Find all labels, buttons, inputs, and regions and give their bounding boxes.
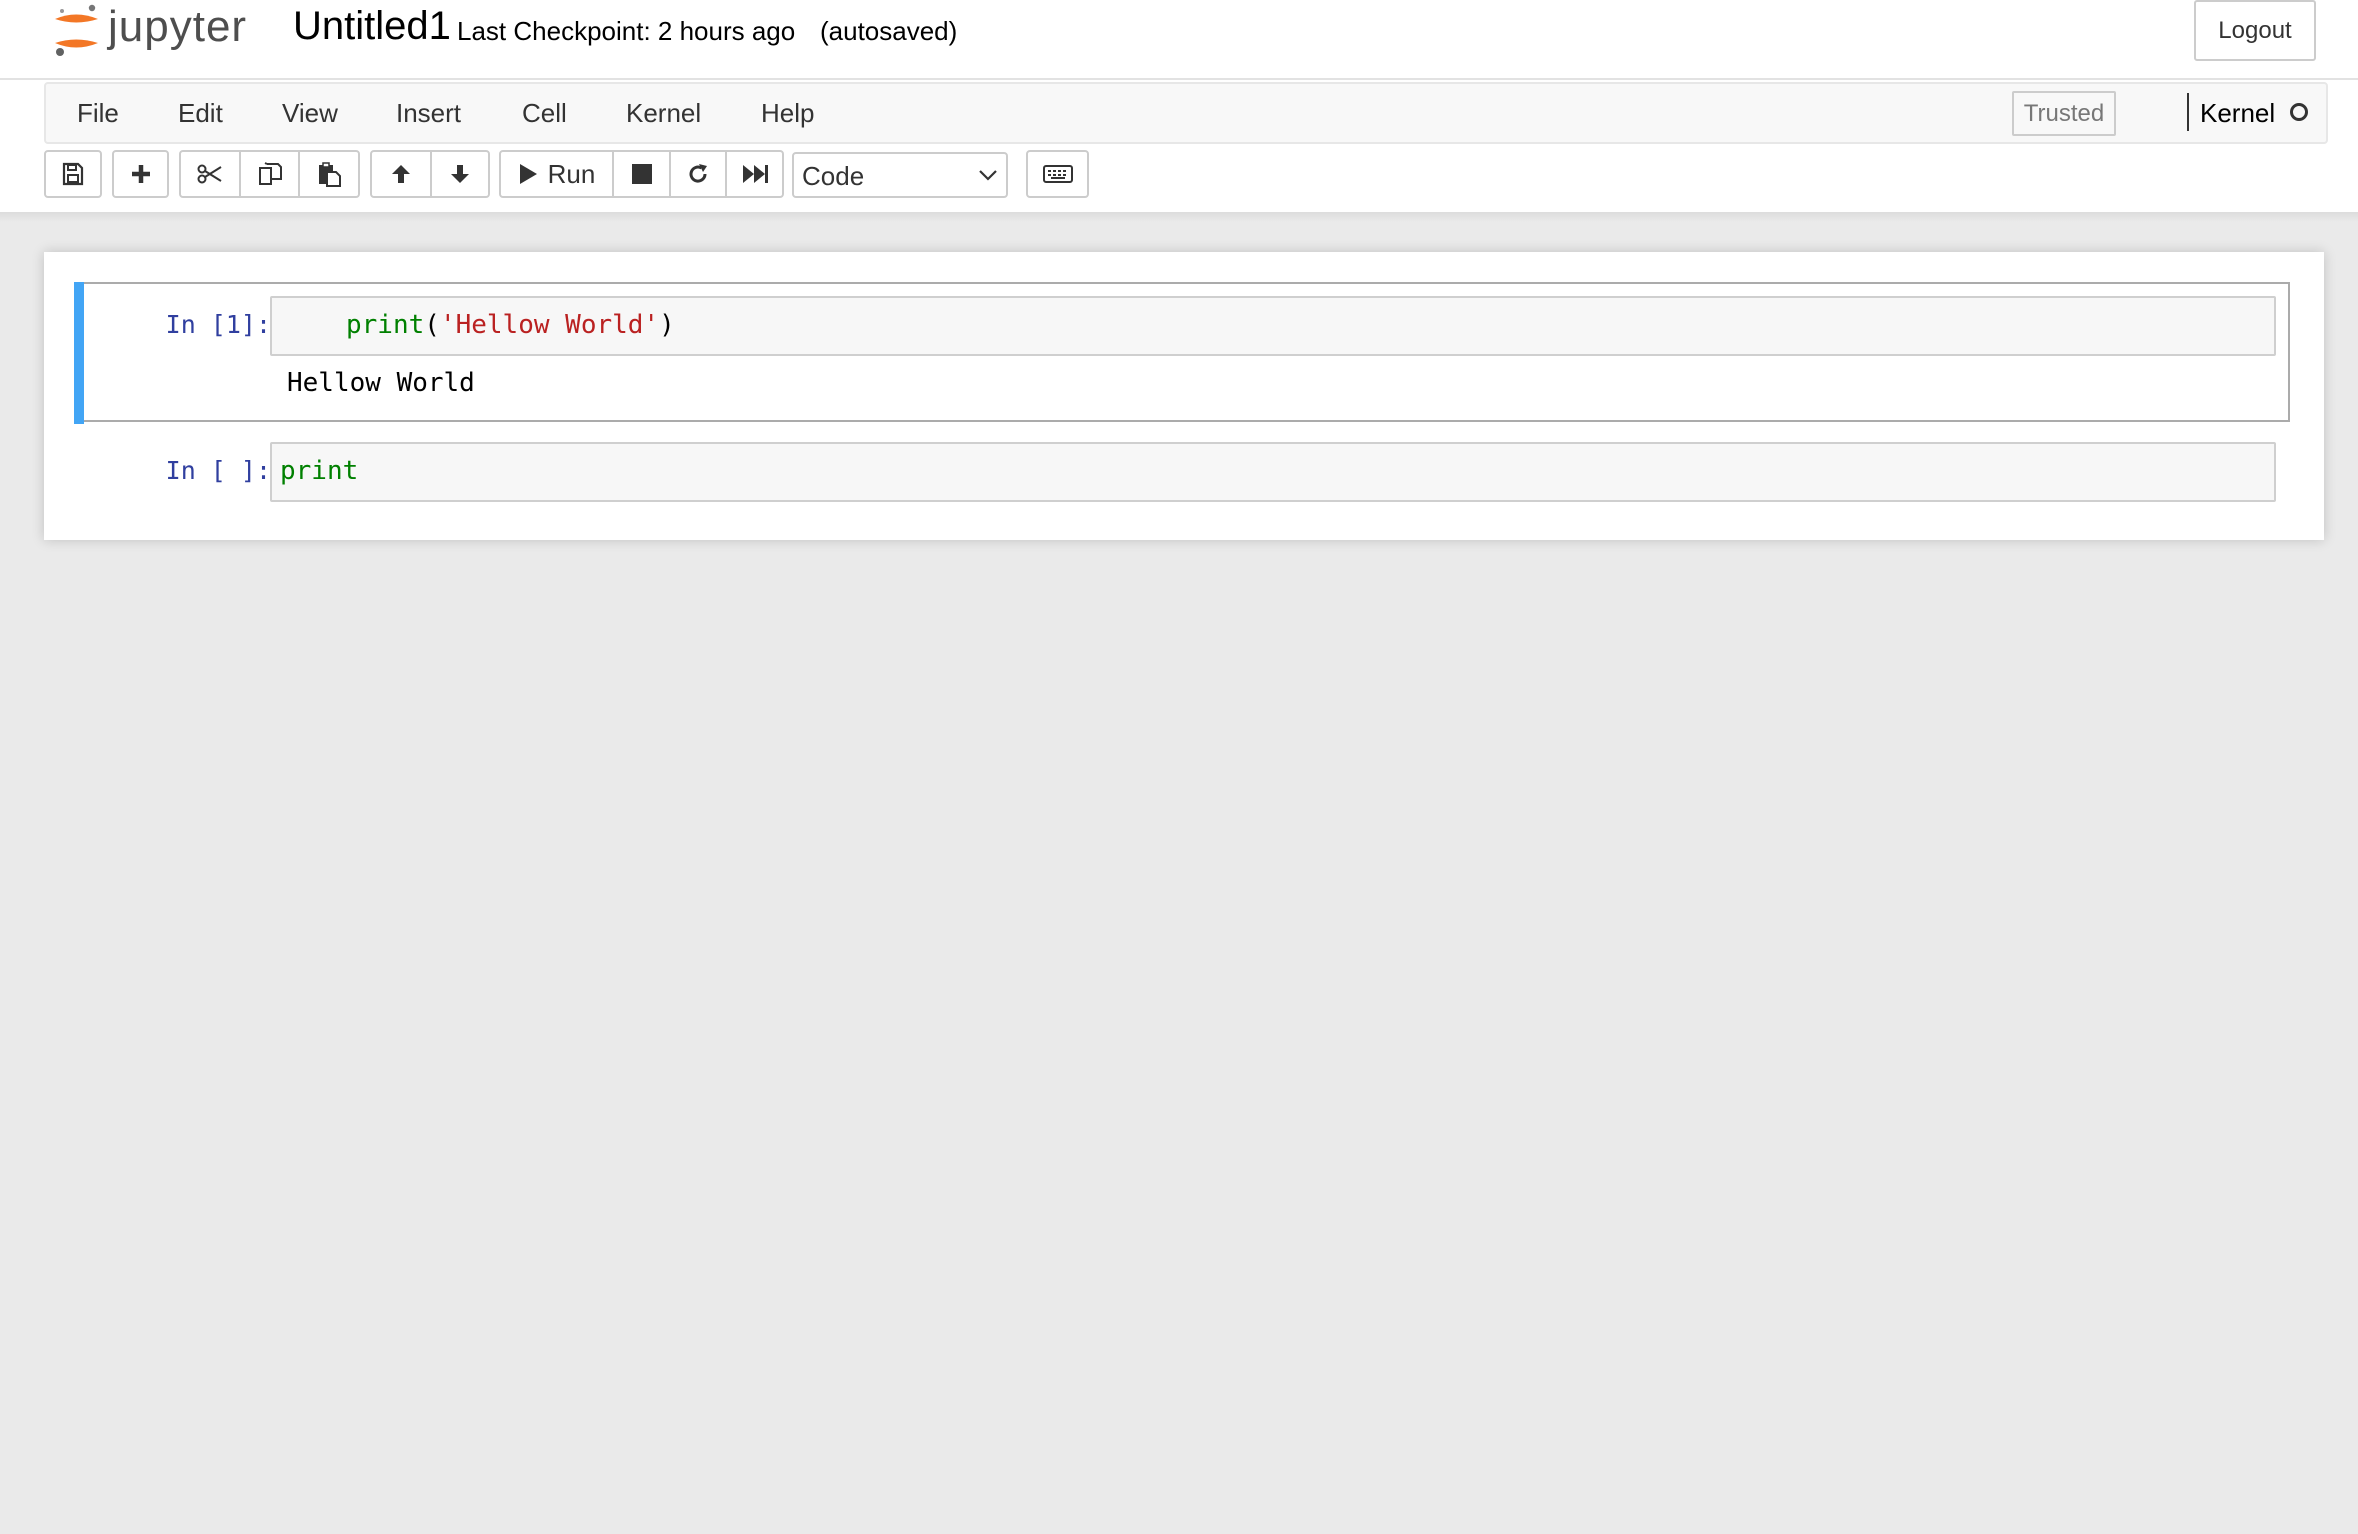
cell-output: Hellow World [287,368,475,398]
code-input[interactable]: print('Hellow World') [270,296,2276,356]
save-button[interactable] [44,150,102,198]
menubar-container: File Edit View Insert Cell Kernel Help T… [0,80,2358,212]
interrupt-kernel-button[interactable] [612,150,671,198]
logo-text: jupyter [108,2,248,51]
menu-edit[interactable]: Edit [178,84,223,142]
code-builtin: print [280,456,359,486]
logout-button[interactable]: Logout [2194,0,2316,61]
code-cell[interactable]: In [ ]: print [74,438,2290,502]
code-line: print [280,456,358,486]
restart-icon [689,164,707,183]
trusted-indicator[interactable]: Trusted [2012,91,2116,136]
kernel-idle-indicator [2290,103,2308,121]
jupyter-logo[interactable]: jupyter [50,2,272,60]
copy-cell-button[interactable] [239,150,300,198]
menu-file[interactable]: File [77,84,119,142]
keyboard-icon [1042,165,1073,183]
kernel-separator [2187,93,2189,131]
cut-cell-button[interactable] [179,150,241,198]
insert-cell-button[interactable] [112,150,169,198]
move-up-button[interactable] [370,150,432,198]
paste-cell-button[interactable] [298,150,360,198]
run-button[interactable]: Run [499,150,614,198]
kernel-name: Kernel [2200,98,2276,128]
paste-icon [319,162,341,187]
restart-run-all-button[interactable] [725,150,784,198]
code-cell-selected[interactable]: In [1]: print('Hellow World') Hellow Wor… [74,282,2290,424]
menu-insert[interactable]: Insert [396,84,461,142]
menu-view[interactable]: View [282,84,338,142]
cell-selection-bar [74,282,84,424]
code-paren-close: ) [659,310,675,340]
code-line: print('Hellow World') [346,310,675,340]
menu-kernel[interactable]: Kernel [626,84,701,142]
run-label: Run [547,158,596,189]
notebook-container: In [1]: print('Hellow World') Hellow Wor… [44,252,2324,540]
command-palette-button[interactable] [1026,150,1089,198]
header-shadow [0,212,2358,222]
notebook-name[interactable]: Untitled1 [293,4,451,49]
move-down-button[interactable] [430,150,490,198]
code-input[interactable]: print [270,442,2276,502]
scissors-icon [197,164,222,184]
cell-type-value: Code [802,161,865,191]
autosave-status: (autosaved) [820,16,958,46]
cell-prompt: In [1]: [165,310,271,339]
header: jupyter Untitled1 Last Checkpoint: 2 hou… [0,0,2358,80]
arrow-down-icon [451,165,469,183]
menubar: File Edit View Insert Cell Kernel Help T… [44,82,2328,144]
restart-kernel-button[interactable] [669,150,727,198]
jupyter-logo-icon [55,4,98,56]
cell-prompt: In [ ]: [165,456,271,485]
code-builtin: print [346,310,425,340]
save-icon [62,162,84,186]
fast-forward-icon [742,165,768,183]
plus-icon [131,165,150,183]
checkpoint-status: Last Checkpoint: 2 hours ago [457,16,796,46]
chevron-down-icon [979,170,997,181]
run-icon [519,164,537,184]
menu-cell[interactable]: Cell [522,84,567,142]
arrow-up-icon [392,165,410,183]
cell-type-select[interactable]: Code [792,152,1008,198]
menu-help[interactable]: Help [761,84,814,142]
stop-icon [631,164,652,184]
copy-icon [258,162,282,185]
code-string: 'Hellow World' [439,310,660,340]
code-paren-open: ( [424,310,440,340]
